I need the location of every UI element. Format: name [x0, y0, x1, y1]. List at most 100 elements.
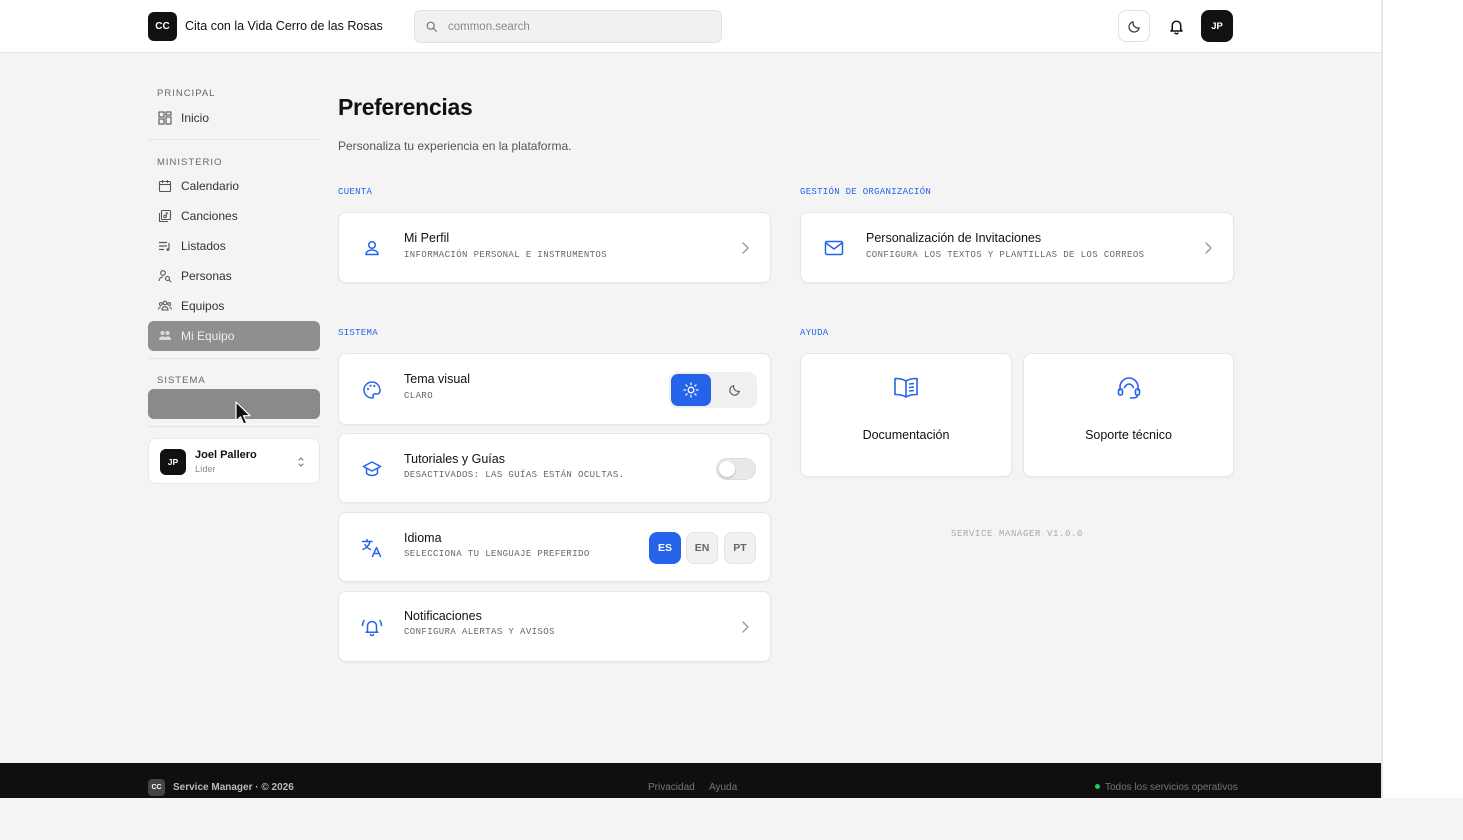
card-title: Tema visual: [404, 372, 470, 386]
footer-status-text: Todos los servicios operativos: [1105, 782, 1238, 793]
org-name[interactable]: Cita con la Vida Cerro de las Rosas: [185, 19, 383, 33]
support-card[interactable]: Soporte técnico: [1023, 353, 1234, 477]
language-option-es[interactable]: ES: [649, 532, 681, 564]
bell-ring-icon: [361, 616, 383, 638]
page-title: Preferencias: [338, 94, 473, 120]
card-description: INFORMACIÓN PERSONAL E INSTRUMENTOS: [404, 250, 608, 260]
team-icon: [157, 298, 173, 314]
page-subtitle: Personaliza tu experiencia en la platafo…: [338, 139, 572, 153]
sidebar-item-label: Personas: [181, 269, 232, 283]
documentation-card[interactable]: Documentación: [800, 353, 1012, 477]
theme-card: Tema visual CLARO: [338, 353, 771, 425]
graduation-cap-icon: [361, 458, 383, 480]
sun-icon: [683, 382, 699, 398]
chevron-right-icon: [742, 621, 749, 633]
footer: CC Service Manager · © 2026 Privacidad A…: [0, 763, 1381, 798]
search-placeholder: common.search: [448, 21, 530, 33]
chevron-up-down-icon: [298, 457, 304, 467]
sidebar-item-label: Inicio: [181, 111, 210, 125]
language-option-en[interactable]: EN: [686, 532, 718, 564]
language-option-pt[interactable]: PT: [724, 532, 756, 564]
music-library-icon: [157, 208, 173, 224]
mail-icon: [823, 237, 845, 259]
mouse-cursor-icon: [235, 401, 251, 425]
invitations-card[interactable]: Personalización de Invitaciones CONFIGUR…: [800, 212, 1234, 283]
footer-status: Todos los servicios operativos: [1095, 782, 1238, 793]
card-title: Idioma: [404, 531, 442, 545]
avatar: JP: [160, 449, 186, 475]
card-title: Mi Perfil: [404, 231, 450, 245]
group-label-gestion: GESTIÓN DE ORGANIZACIÓN: [800, 187, 932, 197]
list-music-icon: [157, 238, 173, 254]
translate-icon: [361, 537, 383, 559]
moon-icon: [729, 385, 740, 396]
sidebar-divider: [148, 358, 320, 359]
card-description: DESACTIVADOS: LAS GUÍAS ESTÁN OCULTAS.: [404, 470, 625, 480]
theme-toggle-button[interactable]: [1118, 10, 1150, 42]
search-input[interactable]: common.search: [414, 10, 722, 43]
calendar-icon: [157, 178, 173, 194]
user-search-icon: [157, 268, 173, 284]
sidebar-item-label: Equipos: [181, 299, 225, 313]
sidebar-item-label: Mi Equipo: [181, 329, 235, 343]
chevron-right-icon: [742, 242, 749, 254]
app-root: CC Cita con la Vida Cerro de las Rosas c…: [0, 0, 1381, 798]
sidebar-item-personas[interactable]: Personas: [148, 261, 320, 291]
moon-icon: [1127, 20, 1140, 33]
sidebar-item-label: Listados: [181, 239, 226, 253]
card-description: SELECCIONA TU LENGUAJE PREFERIDO: [404, 549, 590, 559]
user-switcher[interactable]: JP Joel Pallero Líder: [148, 438, 320, 484]
headset-icon: [1115, 374, 1143, 402]
sidebar-item-listados[interactable]: Listados: [148, 231, 320, 261]
toggle-knob: [719, 461, 735, 477]
version-label: SERVICE MANAGER V1.0.0: [950, 529, 1084, 539]
sidebar-item-equipos[interactable]: Equipos: [148, 291, 320, 321]
bell-icon: [1169, 19, 1183, 34]
user-icon: [361, 237, 383, 259]
sidebar-section-ministerio: MINISTERIO: [157, 157, 223, 168]
card-description: CLARO: [404, 391, 434, 401]
footer-brand: Service Manager · © 2026: [173, 782, 294, 793]
scrollbar-track[interactable]: [1381, 0, 1383, 798]
chevron-right-icon: [1205, 242, 1212, 254]
profile-card[interactable]: Mi Perfil INFORMACIÓN PERSONAL E INSTRUM…: [338, 212, 771, 283]
tutorials-toggle[interactable]: [716, 458, 756, 480]
user-role: Líder: [195, 464, 216, 474]
group-label-ayuda: AYUDA: [800, 328, 829, 338]
sidebar-item-calendario[interactable]: Calendario: [148, 171, 320, 201]
sidebar-item-inicio[interactable]: Inicio: [148, 103, 320, 133]
card-title: Notificaciones: [404, 609, 482, 623]
support-label: Soporte técnico: [1085, 428, 1172, 442]
sidebar-item-mi-equipo[interactable]: Mi Equipo: [148, 321, 320, 351]
group-label-sistema: SISTEMA: [338, 328, 378, 338]
sidebar-item-label: Calendario: [181, 179, 240, 193]
notifications-card[interactable]: Notificaciones CONFIGURA ALERTAS Y AVISO…: [338, 591, 771, 662]
dashboard-icon: [157, 110, 173, 126]
org-logo[interactable]: CC: [148, 12, 177, 41]
palette-icon: [361, 379, 383, 401]
top-header: CC Cita con la Vida Cerro de las Rosas c…: [0, 0, 1381, 53]
notifications-button[interactable]: [1160, 10, 1192, 42]
sidebar-item-canciones[interactable]: Canciones: [148, 201, 320, 231]
sidebar-section-sistema: SISTEMA: [157, 375, 206, 386]
user-avatar-button[interactable]: JP: [1201, 10, 1233, 42]
search-icon: [426, 21, 437, 32]
theme-dark-option[interactable]: [715, 374, 755, 406]
theme-light-option[interactable]: [671, 374, 711, 406]
card-title: Personalización de Invitaciones: [866, 231, 1042, 245]
tutorials-card: Tutoriales y Guías DESACTIVADOS: LAS GUÍ…: [338, 433, 771, 503]
card-title: Tutoriales y Guías: [404, 452, 505, 466]
theme-segmented-control: [669, 372, 757, 408]
language-card: Idioma SELECCIONA TU LENGUAJE PREFERIDO …: [338, 512, 771, 582]
documentation-label: Documentación: [862, 428, 950, 442]
footer-link-privacidad[interactable]: Privacidad: [648, 782, 695, 793]
group-label-cuenta: CUENTA: [338, 187, 373, 197]
user-name: Joel Pallero: [195, 449, 257, 461]
my-team-icon: [157, 328, 173, 344]
sidebar-section-principal: PRINCIPAL: [157, 88, 216, 99]
book-open-icon: [892, 374, 920, 402]
card-description: CONFIGURA LOS TEXTOS Y PLANTILLAS DE LOS…: [866, 250, 1145, 260]
bottom-gutter: [0, 798, 1463, 840]
sidebar-divider: [148, 139, 320, 140]
footer-link-ayuda[interactable]: Ayuda: [709, 782, 737, 793]
